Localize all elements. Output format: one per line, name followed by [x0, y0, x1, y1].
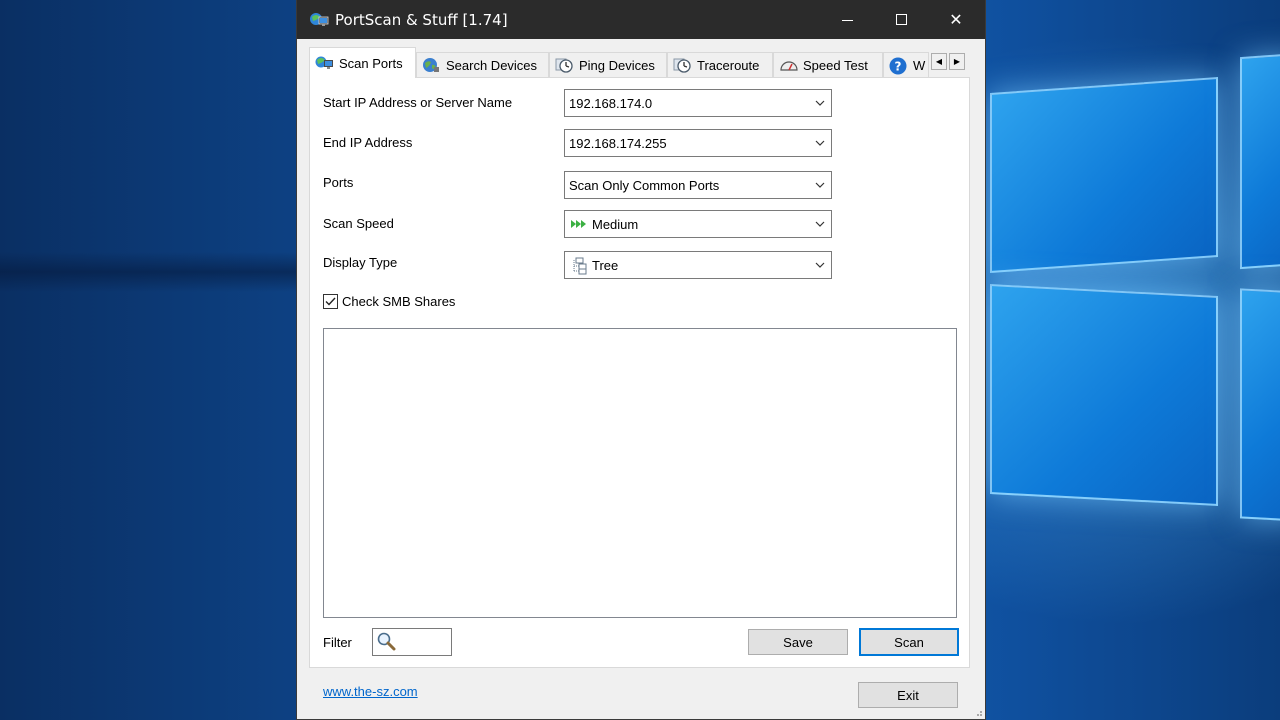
ports-value: Scan Only Common Ports [569, 177, 720, 193]
save-button-label: Save [783, 634, 813, 650]
globe-icon [422, 57, 440, 73]
maximize-icon [895, 14, 907, 25]
display-type-label: Display Type [323, 255, 398, 270]
tree-view-icon [569, 257, 589, 275]
tab-label: Speed Test [803, 57, 868, 73]
tab-traceroute[interactable]: Traceroute [667, 52, 773, 77]
tab-scan-ports[interactable]: Scan Ports [309, 47, 416, 78]
scan-speed-value: Medium [592, 216, 639, 232]
tab-search-devices[interactable]: Search Devices [416, 52, 549, 77]
start-ip-combo[interactable]: 192.168.174.0 [564, 89, 832, 117]
checkmark-icon [325, 297, 336, 306]
tab-label: Search Devices [446, 57, 538, 73]
maximize-button[interactable] [878, 0, 924, 39]
filter-label: Filter [323, 635, 352, 650]
end-ip-value: 192.168.174.255 [569, 135, 667, 151]
scan-button[interactable]: Scan [859, 628, 959, 656]
scan-speed-label: Scan Speed [323, 216, 394, 231]
wallpaper-window-pane [990, 77, 1218, 273]
tab-label: Scan Ports [339, 55, 403, 71]
end-ip-combo[interactable]: 192.168.174.255 [564, 129, 832, 157]
scan-button-label: Scan [894, 634, 924, 650]
scan-ports-panel: Start IP Address or Server Name 192.168.… [309, 77, 970, 668]
start-ip-label: Start IP Address or Server Name [323, 95, 513, 110]
tab-scroll-left[interactable]: ◀ [931, 53, 947, 70]
search-icon [377, 632, 396, 651]
exit-button-label: Exit [897, 687, 919, 703]
chevron-down-icon [815, 182, 825, 188]
chevron-down-icon [815, 221, 825, 227]
title-bar[interactable]: PortScan & Stuff [1.74] ✕ [297, 0, 985, 39]
minimize-icon [841, 19, 853, 21]
tab-speed-test[interactable]: Speed Test [773, 52, 883, 77]
resize-grip-icon[interactable] [973, 707, 983, 717]
tab-label: W [913, 57, 926, 73]
minimize-button[interactable] [824, 0, 870, 39]
display-type-value: Tree [592, 257, 619, 273]
website-link[interactable]: www.the-sz.com [323, 684, 418, 699]
stopwatch-icon [673, 57, 691, 73]
tab-label: Ping Devices [579, 57, 655, 73]
window-title: PortScan & Stuff [1.74] [335, 10, 508, 29]
scan-speed-combo[interactable]: Medium [564, 210, 832, 238]
fast-forward-icon [569, 216, 589, 232]
chevron-down-icon [815, 262, 825, 268]
chevron-down-icon [815, 100, 825, 106]
wallpaper-window-pane [990, 284, 1218, 506]
wallpaper-window-pane [1240, 288, 1280, 522]
ports-combo[interactable]: Scan Only Common Ports [564, 171, 832, 199]
help-icon: ? [889, 57, 907, 75]
tab-more[interactable]: ? W [883, 52, 929, 77]
wallpaper-window-pane [1240, 52, 1280, 270]
arrow-right-icon: ▶ [953, 57, 961, 66]
tab-scroll-right[interactable]: ▶ [949, 53, 965, 70]
smb-shares-checkbox[interactable] [323, 294, 338, 309]
smb-shares-option[interactable]: Check SMB Shares [323, 294, 455, 309]
smb-shares-label: Check SMB Shares [342, 294, 456, 309]
app-window: PortScan & Stuff [1.74] ✕ Scan Ports Sea… [296, 0, 986, 720]
close-button[interactable]: ✕ [933, 0, 979, 39]
exit-button[interactable]: Exit [858, 682, 958, 708]
stopwatch-icon [555, 57, 573, 73]
results-tree[interactable] [323, 328, 957, 618]
chevron-down-icon [815, 140, 825, 146]
wallpaper-light-band [0, 252, 300, 292]
tab-strip: Scan Ports Search Devices Ping Devices T… [309, 47, 973, 78]
svg-text:?: ? [895, 60, 902, 74]
end-ip-label: End IP Address [323, 135, 413, 150]
app-icon [309, 11, 329, 29]
display-type-combo[interactable]: Tree [564, 251, 832, 279]
network-scan-icon [315, 55, 333, 71]
tab-label: Traceroute [697, 57, 760, 73]
save-button[interactable]: Save [748, 629, 848, 655]
start-ip-value: 192.168.174.0 [569, 95, 653, 111]
close-icon: ✕ [949, 11, 963, 29]
ports-label: Ports [323, 175, 354, 190]
tab-ping-devices[interactable]: Ping Devices [549, 52, 667, 77]
arrow-left-icon: ◀ [935, 57, 943, 66]
filter-input[interactable] [372, 628, 452, 656]
speedometer-icon [779, 57, 798, 73]
